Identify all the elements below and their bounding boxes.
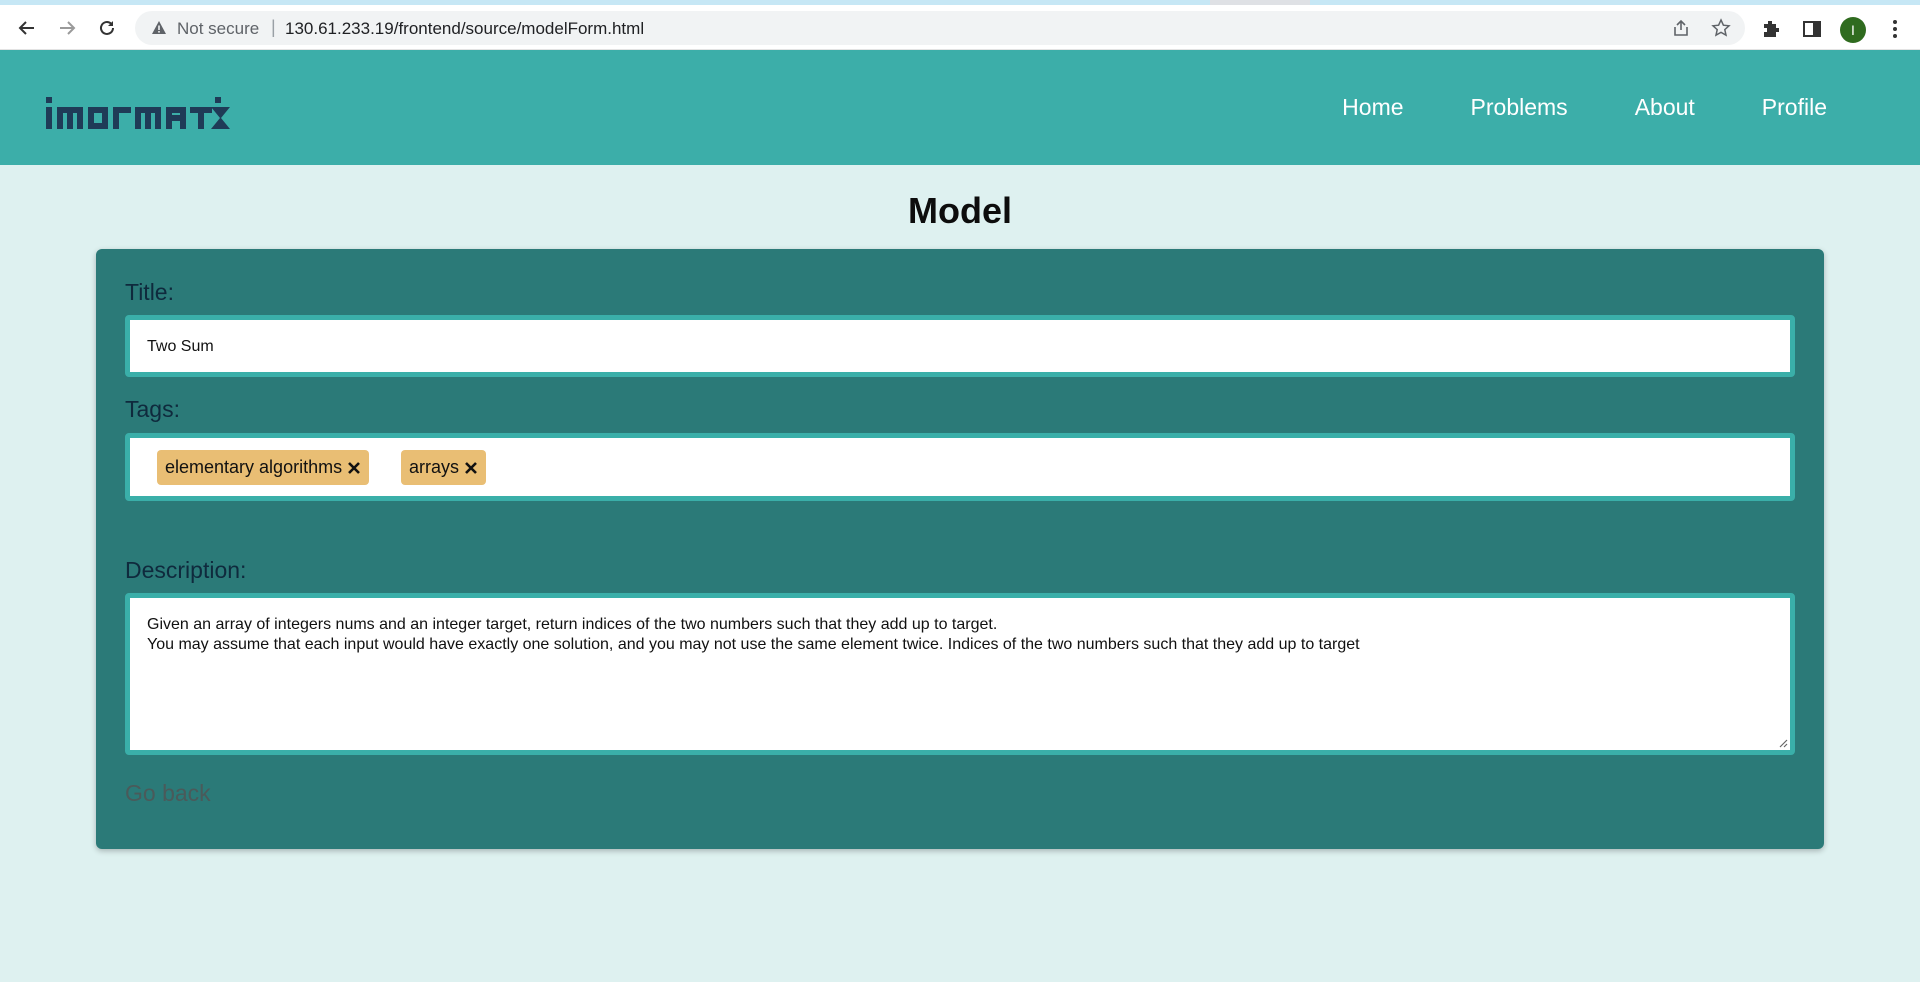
description-textarea[interactable]: Given an array of integers nums and an i… [125, 593, 1795, 755]
site-logo[interactable] [45, 95, 230, 131]
nav-problems[interactable]: Problems [1471, 94, 1568, 121]
address-bar[interactable]: Not secure | 130.61.233.19/frontend/sour… [135, 11, 1745, 45]
model-form: Title: Two Sum Tags: elementary algorith… [96, 249, 1824, 849]
back-button[interactable] [12, 13, 42, 43]
description-line: Given an array of integers nums and an i… [147, 616, 998, 633]
tag-label: arrays [409, 457, 460, 477]
bookmark-star-icon[interactable] [1711, 18, 1731, 38]
share-icon[interactable] [1671, 18, 1691, 38]
forward-button[interactable] [52, 13, 82, 43]
profile-avatar[interactable]: I [1840, 17, 1866, 43]
tags-label: Tags: [125, 396, 180, 422]
extensions-icon[interactable] [1760, 18, 1782, 40]
reload-icon [100, 20, 114, 35]
warning-icon [152, 21, 166, 34]
url-text[interactable]: 130.61.233.19/frontend/source/modelForm.… [285, 19, 644, 39]
title-input[interactable]: Two Sum [125, 315, 1795, 377]
arrow-left-icon [18, 21, 34, 35]
description-label: Description: [125, 557, 247, 583]
nav-about[interactable]: About [1635, 94, 1695, 121]
nav-home[interactable]: Home [1342, 94, 1403, 121]
url-separator: | [271, 17, 276, 37]
resize-handle-icon[interactable] [1776, 736, 1788, 748]
title-input-value: Two Sum [147, 338, 214, 355]
tags-input[interactable]: elementary algorithms arrays [125, 433, 1795, 501]
more-menu-icon[interactable] [1884, 18, 1906, 40]
description-line: You may assume that each input would hav… [147, 636, 1360, 653]
nav-profile[interactable]: Profile [1762, 94, 1827, 121]
go-back-link[interactable]: Go back [125, 780, 211, 807]
main-nav: Home Problems About Profile [1342, 94, 1827, 121]
close-icon[interactable] [463, 460, 479, 476]
side-panel-icon[interactable] [1801, 18, 1823, 40]
site-header: Home Problems About Profile [0, 50, 1920, 165]
title-label: Title: [125, 279, 174, 305]
tag-chip: arrays [401, 450, 487, 485]
browser-toolbar: Not secure | 130.61.233.19/frontend/sour… [0, 5, 1920, 50]
page-title: Model [908, 190, 1012, 231]
close-icon[interactable] [346, 460, 362, 476]
tag-label: elementary algorithms [165, 457, 343, 477]
tag-chip: elementary algorithms [157, 450, 370, 485]
reload-button[interactable] [92, 13, 122, 43]
security-label[interactable]: Not secure [177, 19, 259, 39]
arrow-right-icon [60, 21, 76, 35]
